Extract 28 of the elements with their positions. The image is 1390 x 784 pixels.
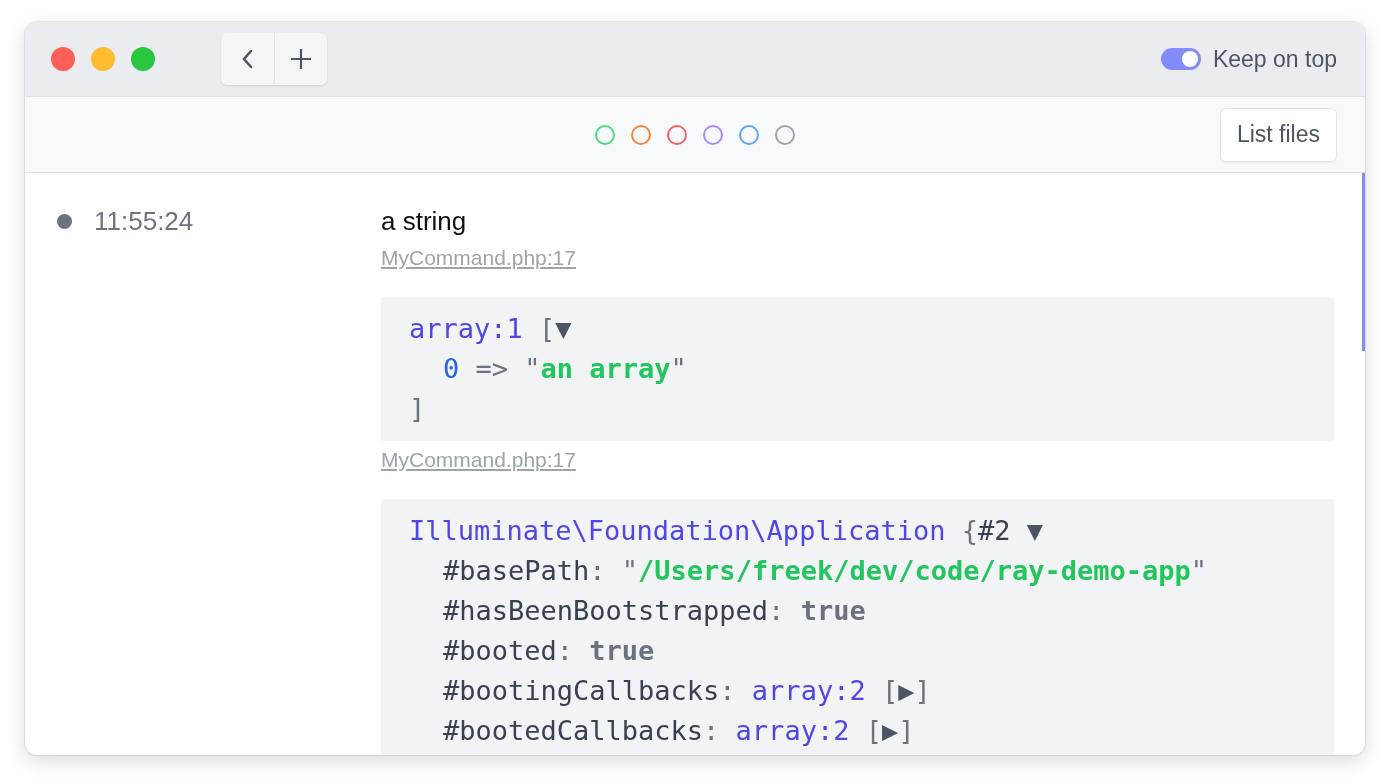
color-filter[interactable] (631, 124, 651, 145)
color-filter[interactable] (595, 124, 615, 145)
code-line: Illuminate\Foundation\Application {#2 ▼ (409, 514, 1044, 548)
code-line: #booted: true (443, 634, 656, 668)
color-filter[interactable] (739, 124, 759, 145)
plus-icon (289, 47, 313, 71)
entry-dot (57, 213, 72, 229)
code-line: array:1 [▼ (409, 312, 573, 346)
close-button[interactable] (51, 47, 75, 71)
code-line: #basePath: "/Users/freek/dev/code/ray-demo-app" (443, 554, 1209, 588)
color-filter[interactable] (667, 124, 687, 145)
code-line: #bootingCallbacks: array:2 [▶] (443, 674, 932, 708)
color-filter[interactable] (703, 124, 723, 145)
color-filter[interactable] (775, 124, 795, 145)
source-link[interactable]: MyCommand.php:17 (381, 447, 576, 473)
code-line: #bootedCallbacks: array:2 [▶] (443, 714, 916, 748)
keep-on-top-switch[interactable] (1160, 48, 1201, 70)
code-line: #hasBeenBootstrapped: true (443, 594, 867, 628)
log-message: a string (381, 205, 468, 238)
keep-on-top-label: Keep on top (1212, 45, 1337, 73)
source-link[interactable]: MyCommand.php:17 (381, 245, 576, 271)
maximize-button[interactable] (131, 47, 155, 71)
scrollbar[interactable] (1362, 173, 1365, 351)
timestamp: 11:55:24 (94, 205, 194, 237)
minimize-button[interactable] (91, 47, 115, 71)
list-files-button[interactable]: List files (1219, 107, 1337, 162)
code-line: 0 => "an array" (443, 352, 688, 386)
code-line: ] (409, 392, 427, 426)
